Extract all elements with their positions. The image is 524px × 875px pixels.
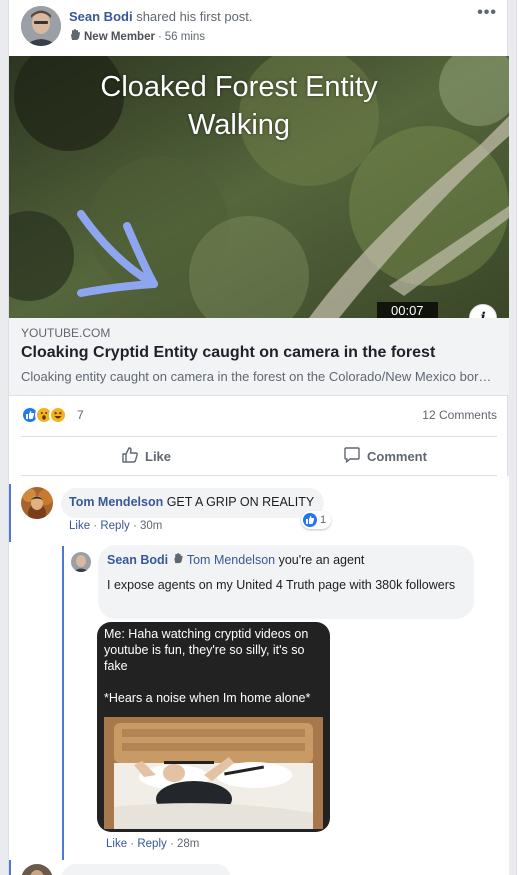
comments-section: Tom Mendelson GET A GRIP ON REALITY 1 Li…	[9, 476, 509, 875]
link-preview[interactable]: YOUTUBE.COM Cloaking Cryptid Entity caug…	[9, 318, 509, 396]
meme-caption: Me: Haha watching cryptid videos on yout…	[104, 627, 311, 705]
comments-count[interactable]: 12 Comments	[422, 408, 497, 422]
reply-reply-link[interactable]: Reply	[137, 838, 166, 850]
like-button[interactable]: Like	[121, 446, 171, 467]
meme-image[interactable]: Me: Haha watching cryptid videos on yout…	[97, 622, 330, 832]
comment-like-link[interactable]: Like	[69, 520, 90, 532]
tagged-user[interactable]: Tom Mendelson	[187, 553, 275, 567]
reply-like-link[interactable]: Like	[106, 838, 127, 850]
reply-text: you're an agent	[278, 553, 365, 567]
comment-reply-link[interactable]: Reply	[100, 520, 129, 532]
thumbs-up-icon	[121, 446, 139, 467]
comment-button[interactable]: Comment	[343, 446, 427, 467]
like-label: Like	[145, 449, 172, 464]
comment-reaction-badge[interactable]: 1	[301, 511, 332, 529]
post-meta: New Member · 56 mins	[69, 29, 205, 44]
reply-text-second: I expose agents on my United 4 Truth pag…	[107, 578, 456, 592]
commenter-avatar[interactable]	[21, 487, 53, 519]
link-description: Cloaking entity caught on camera in the …	[21, 369, 497, 384]
commenter-name[interactable]: Tom Mendelson	[69, 495, 163, 509]
author-line: Sean Bodi shared his first post.	[69, 9, 253, 24]
haha-reaction-icon	[49, 406, 67, 424]
comment-time[interactable]: 30m	[140, 520, 162, 532]
action-bar: Like Comment	[21, 436, 497, 476]
comment-label: Comment	[367, 449, 427, 464]
video-duration: 00:07	[377, 302, 438, 318]
link-title[interactable]: Cloaking Cryptid Entity caught on camera…	[21, 344, 435, 362]
reply-thread-line	[62, 546, 64, 860]
more-options-button[interactable]: •••	[477, 4, 497, 22]
comment-bubble: Tom Mendelson GET A GRIP ON REALITY	[61, 488, 325, 518]
video-title-line-2: Walking	[187, 109, 291, 141]
reaction-count[interactable]: 7	[77, 408, 84, 422]
like-reaction-icon	[303, 513, 317, 527]
post-card: Sean Bodi shared his first post. New Mem…	[8, 0, 509, 875]
new-member-badge: New Member	[84, 30, 155, 43]
author-name[interactable]: Sean Bodi	[69, 9, 133, 24]
reactions-summary: 7 12 Comments	[21, 404, 497, 428]
thread-line	[9, 484, 11, 542]
reply-actions: Like · Reply · 28m	[106, 838, 200, 850]
post-action-text: shared his first post.	[136, 9, 253, 24]
waving-hand-icon	[172, 553, 187, 567]
video-title-line-1: Cloaked Forest Entity	[100, 71, 378, 103]
comment-reaction-count: 1	[320, 514, 327, 526]
reply-time[interactable]: 28m	[177, 838, 199, 850]
next-comment-bubble	[61, 864, 231, 875]
post-time[interactable]: 56 mins	[165, 31, 205, 43]
reply-bubble: Sean Bodi Tom Mendelson you're an agent …	[98, 545, 474, 619]
post-header: Sean Bodi shared his first post. New Mem…	[21, 4, 501, 48]
comment-actions: Like · Reply · 30m	[69, 520, 163, 532]
reply-first-line: Sean Bodi Tom Mendelson you're an agent	[107, 552, 464, 568]
video-player[interactable]: Cloaked Forest Entity Walking 00:07	[9, 56, 509, 318]
comment-text: GET A GRIP ON REALITY	[166, 495, 315, 509]
author-avatar[interactable]	[21, 6, 61, 46]
reply-author-avatar[interactable]	[71, 552, 91, 572]
next-commenter-avatar[interactable]	[21, 864, 53, 875]
reaction-icons[interactable]	[21, 406, 67, 424]
reply-author-name[interactable]: Sean Bodi	[107, 553, 168, 567]
speech-bubble-icon	[343, 446, 361, 467]
meme-photo	[104, 717, 323, 829]
link-domain: YOUTUBE.COM	[21, 326, 111, 340]
meta-separator: ·	[157, 30, 162, 43]
thread-line	[9, 860, 11, 875]
video-overlay-title: Cloaked Forest Entity Walking	[9, 68, 469, 144]
waving-hand-icon	[69, 29, 81, 44]
page-edge	[516, 0, 524, 875]
